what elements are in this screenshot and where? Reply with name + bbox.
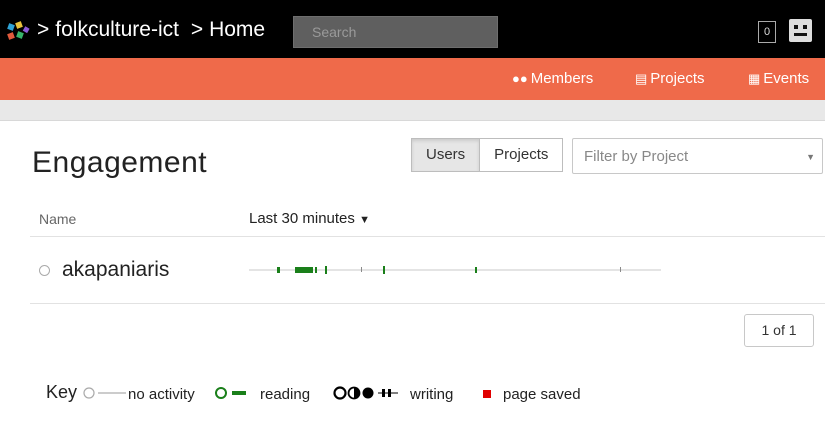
page-title: Engagement (32, 146, 208, 179)
page-saved-icon (483, 390, 491, 398)
legend-writing: writing (410, 386, 454, 403)
legend-title: Key (46, 382, 78, 402)
search-input[interactable]: Search (293, 16, 498, 48)
writing-icon (333, 386, 398, 400)
calendar-icon: ▦ (748, 71, 761, 86)
breadcrumb-org-link[interactable]: folkculture-ict (55, 18, 179, 41)
view-toggle: Users Projects (411, 138, 564, 172)
time-range-dropdown[interactable]: Last 30 minutes ▼ (249, 210, 370, 227)
time-range-label: Last 30 minutes (249, 210, 355, 227)
pagination-button[interactable]: 1 of 1 (744, 314, 814, 347)
legend: Key no activity reading writing page sav… (30, 382, 610, 404)
users-icon: ●● (512, 71, 528, 86)
nav-events-label: Events (763, 70, 810, 87)
breadcrumb: > folkculture-ict > Home (37, 18, 271, 42)
no-activity-icon (83, 387, 126, 399)
breadcrumb-separator: > (190, 18, 204, 41)
nav-members-label: Members (530, 70, 594, 87)
user-avatar-icon[interactable] (789, 19, 812, 42)
toggle-users-button[interactable]: Users (411, 138, 481, 172)
nav-projects-label: Projects (650, 70, 705, 87)
nav-members[interactable]: ●● Members (512, 70, 593, 87)
legend-page-saved: page saved (503, 386, 581, 403)
reading-icon (215, 387, 246, 399)
project-filter-placeholder: Filter by Project (584, 148, 689, 165)
caret-down-icon: ▼ (359, 214, 370, 226)
nav-projects[interactable]: ▤ Projects (635, 70, 704, 87)
top-navbar: > folkculture-ict > Home Search 0 (0, 0, 825, 58)
table-divider (30, 303, 825, 304)
legend-reading: reading (260, 386, 311, 403)
breadcrumb-separator: > (37, 18, 50, 41)
sitemap-icon: ▤ (635, 71, 648, 86)
activity-timeline (249, 266, 661, 274)
nav-events[interactable]: ▦ Events (748, 70, 809, 87)
column-header-name: Name (39, 211, 77, 227)
toggle-projects-button[interactable]: Projects (480, 138, 564, 172)
chevron-down-icon: ▼ (806, 152, 815, 162)
breadcrumb-page[interactable]: Home (209, 18, 265, 41)
section-divider (0, 100, 825, 121)
grid-logo-icon[interactable] (6, 20, 34, 44)
sub-navbar: ●● Members ▤ Projects ▦ Events (0, 58, 825, 100)
legend-no-activity: no activity (128, 386, 195, 403)
status-circle-icon (39, 265, 50, 276)
user-name[interactable]: akapaniaris (62, 258, 169, 282)
project-filter-select[interactable]: Filter by Project ▼ (572, 138, 823, 174)
notification-count[interactable]: 0 (758, 21, 776, 43)
